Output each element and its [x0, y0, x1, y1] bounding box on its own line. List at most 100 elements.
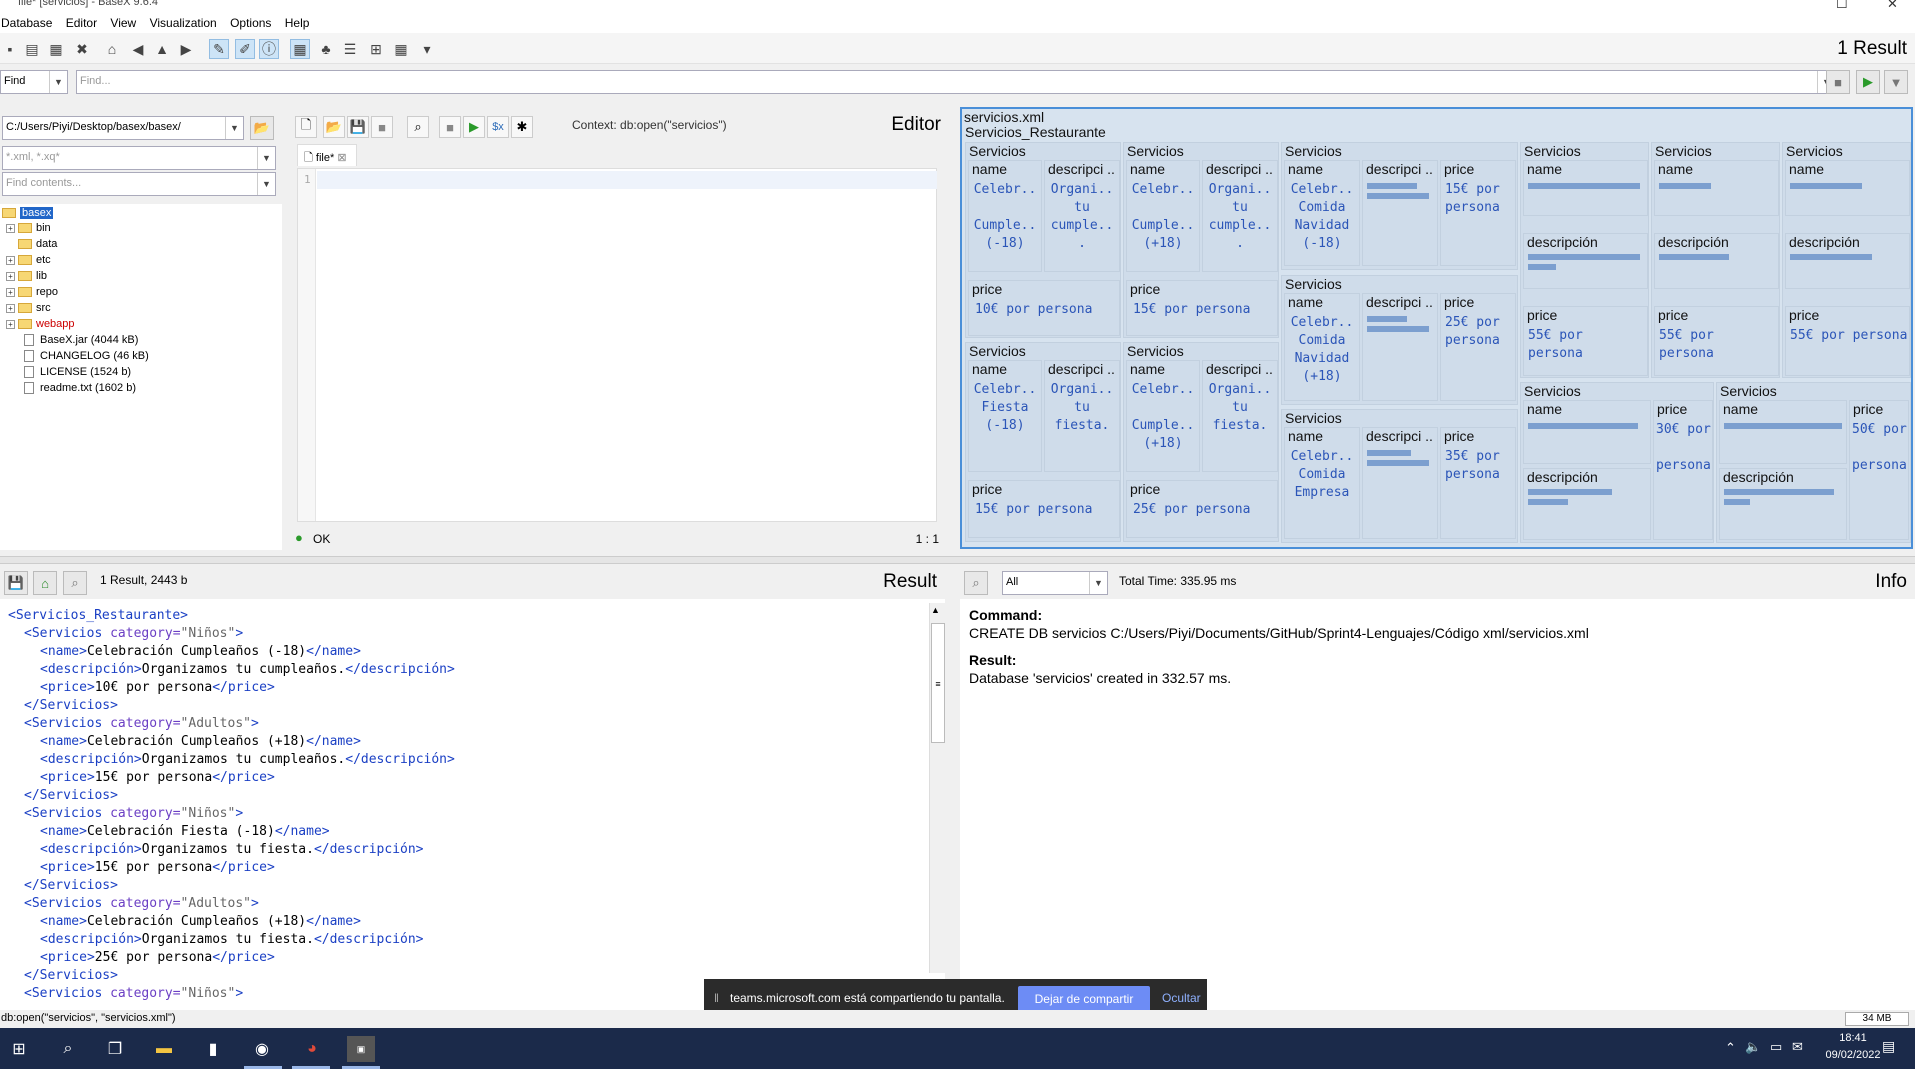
- file-explorer-icon[interactable]: ▬: [150, 1036, 178, 1062]
- find-mode-select[interactable]: Find ▼: [0, 70, 68, 94]
- map-node-servicios[interactable]: Servicios name Celebr.. Cumple.. (-18) de…: [965, 142, 1121, 338]
- open-folder-icon[interactable]: 📂: [250, 116, 274, 140]
- close-tab-icon[interactable]: ⊠: [337, 152, 346, 164]
- split-handle[interactable]: [0, 556, 1915, 564]
- stop-sharing-button[interactable]: Dejar de compartir: [1018, 986, 1150, 1012]
- result-line: <name>Celebración Fiesta (-18)</name>: [40, 824, 330, 839]
- result-scrollbar[interactable]: ▲ ≡: [929, 603, 945, 973]
- open-file-icon[interactable]: 📂: [323, 116, 345, 138]
- tree-folder-data[interactable]: +data: [6, 237, 57, 252]
- find-input[interactable]: Find...▼: [76, 70, 1836, 94]
- chrome-icon[interactable]: ◕: [298, 1036, 326, 1062]
- tree-folder-etc[interactable]: + etc: [6, 253, 51, 268]
- debug-icon[interactable]: ✱: [511, 116, 533, 138]
- filter-icon[interactable]: ✎: [209, 39, 229, 59]
- teams-icon[interactable]: ◉: [248, 1036, 276, 1062]
- info-filter-select[interactable]: All ▼: [1002, 571, 1108, 595]
- map-node-servicios[interactable]: Servicios name Celebr.. Comida Navidad (+…: [1281, 275, 1518, 405]
- run-icon[interactable]: ▶: [1856, 70, 1880, 94]
- network-icon[interactable]: ▭: [1770, 1039, 1782, 1055]
- tree-folder-webapp[interactable]: + webapp: [6, 317, 75, 332]
- close-window-icon[interactable]: ✕: [1887, 0, 1898, 12]
- map-node-servicios[interactable]: Servicios name descripción price 55€ por …: [1782, 142, 1911, 378]
- hide-button[interactable]: Ocultar: [1162, 991, 1201, 1005]
- tab-file[interactable]: 🗋 file* ⊠: [297, 144, 357, 166]
- map-node-servicios[interactable]: Servicios name descripción price 50€ por …: [1716, 382, 1911, 543]
- status-query: db:open("servicios", "servicios.xml"): [1, 1012, 176, 1024]
- volume-icon[interactable]: 🔈: [1745, 1039, 1761, 1055]
- back-icon[interactable]: ◀: [128, 39, 148, 59]
- search-icon[interactable]: ⌕: [964, 571, 988, 595]
- open-db-icon[interactable]: ▤: [22, 39, 42, 59]
- file-filter-input[interactable]: *.xml, *.xq* ▼: [2, 146, 276, 170]
- menu-options[interactable]: Options: [229, 14, 276, 30]
- windows-start-icon[interactable]: ⊞: [5, 1036, 33, 1062]
- map-node-servicios[interactable]: Servicios name descripción price 55€ por …: [1651, 142, 1780, 378]
- notification-icon[interactable]: ✉: [1792, 1039, 1803, 1055]
- home-icon[interactable]: ⌂: [102, 39, 122, 59]
- more-icon[interactable]: ▾: [417, 39, 437, 59]
- map-node-servicios[interactable]: Servicios name Celebr.. Cumple.. (+18) de…: [1123, 342, 1279, 542]
- table-icon[interactable]: ▦: [391, 39, 411, 59]
- variables-icon[interactable]: $x: [487, 116, 509, 138]
- project-path-select[interactable]: C:/Users/Piyi/Desktop/basex/basex/▼: [2, 116, 244, 140]
- search-icon[interactable]: ⌕: [63, 571, 87, 595]
- map-node-servicios[interactable]: Servicios name Celebr.. Fiesta (-18) desc…: [965, 342, 1121, 542]
- plot-icon[interactable]: ⊞: [366, 39, 386, 59]
- tree-folder-src[interactable]: + src: [6, 301, 51, 316]
- menu-database[interactable]: Database: [0, 14, 57, 30]
- new-db-icon[interactable]: ▪: [0, 39, 20, 59]
- map-node-servicios[interactable]: Servicios name Celebr.. Comida Navidad (-…: [1281, 142, 1518, 270]
- maximize-icon[interactable]: ☐: [1836, 0, 1848, 12]
- run-icon[interactable]: ▶: [463, 116, 485, 138]
- tree-icon[interactable]: ♣: [316, 39, 336, 59]
- up-icon[interactable]: ▲: [152, 39, 172, 59]
- map-node-servicios[interactable]: Servicios name descripción price 55€ por …: [1520, 142, 1649, 378]
- code-editor[interactable]: 1: [297, 168, 937, 522]
- info-icon[interactable]: ⓘ: [259, 39, 279, 59]
- save-result-icon[interactable]: 💾: [4, 571, 28, 595]
- tree-folder-repo[interactable]: + repo: [6, 285, 58, 300]
- stop-icon[interactable]: ■: [439, 116, 461, 138]
- tree-folder-lib[interactable]: + lib: [6, 269, 47, 284]
- drag-handle-icon[interactable]: ‖: [714, 991, 719, 1005]
- result-xml[interactable]: <Servicios_Restaurante> <Servicios catego…: [8, 607, 455, 1003]
- project-panel: C:/Users/Piyi/Desktop/basex/basex/▼ 📂 *.…: [0, 104, 282, 550]
- task-view-icon[interactable]: ❐: [101, 1036, 129, 1062]
- tree-folder-bin[interactable]: + bin: [6, 221, 51, 236]
- close-icon[interactable]: ✖: [72, 39, 92, 59]
- tree-file[interactable]: LICENSE (1524 b): [24, 365, 131, 380]
- result-summary: 1 Result, 2443 b: [100, 573, 188, 587]
- search-icon[interactable]: ⌕: [54, 1036, 82, 1062]
- close-file-icon[interactable]: ■: [371, 116, 393, 138]
- tree-file[interactable]: BaseX.jar (4044 kB): [24, 333, 138, 348]
- find-contents-input[interactable]: Find contents... ▼: [2, 172, 276, 196]
- menu-help[interactable]: Help: [284, 14, 315, 30]
- save-icon[interactable]: 💾: [347, 116, 369, 138]
- filter-funnel-icon[interactable]: ▼: [1884, 70, 1908, 94]
- map-node-servicios[interactable]: Servicios name Celebr.. Comida Empresa de…: [1281, 409, 1518, 543]
- properties-icon[interactable]: ▦: [46, 39, 66, 59]
- menu-view[interactable]: View: [109, 14, 141, 30]
- tree-file[interactable]: readme.txt (1602 b): [24, 381, 136, 396]
- menu-visualization[interactable]: Visualization: [149, 14, 222, 30]
- usb-app-icon[interactable]: ▮: [199, 1036, 227, 1062]
- map-node-servicios[interactable]: Servicios name descripción price 30€ por …: [1520, 382, 1714, 543]
- menu-editor[interactable]: Editor: [65, 14, 102, 30]
- search-icon[interactable]: ⌕: [407, 116, 429, 138]
- map-node-servicios[interactable]: Servicios name Celebr.. Cumple.. (+18) de…: [1123, 142, 1279, 338]
- tree-file[interactable]: CHANGELOG (46 kB): [24, 349, 149, 364]
- map-visualization[interactable]: servicios.xml Servicios_Restaurante Serv…: [960, 107, 1913, 549]
- folder-icon[interactable]: ☰: [340, 39, 360, 59]
- basex-icon[interactable]: ▣: [347, 1036, 375, 1062]
- new-file-icon[interactable]: 🗋: [295, 116, 317, 138]
- stop-icon[interactable]: ■: [1826, 70, 1850, 94]
- map-icon[interactable]: ▦: [290, 39, 310, 59]
- tree-root[interactable]: basex: [2, 206, 54, 221]
- home-icon[interactable]: ⌂: [33, 571, 57, 595]
- memory-indicator[interactable]: 34 MB: [1845, 1012, 1909, 1026]
- tray-chevron-icon[interactable]: ⌃: [1725, 1040, 1736, 1056]
- action-center-icon[interactable]: ▤: [1882, 1038, 1895, 1055]
- xquery-icon[interactable]: ✐: [235, 39, 255, 59]
- forward-icon[interactable]: ▶: [176, 39, 196, 59]
